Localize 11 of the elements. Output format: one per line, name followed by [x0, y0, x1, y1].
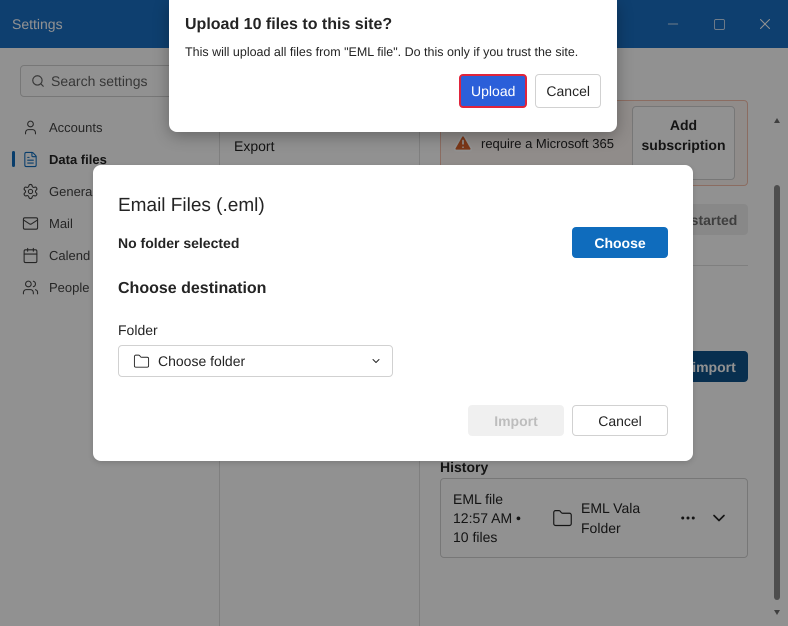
window-title: Settings [12, 16, 63, 32]
folder-label: Folder [118, 321, 159, 339]
notice-text: require a Microsoft 365 [481, 136, 615, 150]
dialog-title: Email Files (.eml) [118, 194, 266, 218]
history-heading: History [440, 459, 490, 475]
section-heading: Choose destination [118, 279, 268, 299]
history-details: EML file 12:57 AM • 10 files [453, 490, 522, 546]
dialog-message: This will upload all files from "EML file". Do this only if you trust the site. [185, 44, 580, 60]
folder-status: No folder selected [118, 234, 240, 250]
folder-name: EML Vala Folder [581, 499, 642, 538]
dialog-title: Upload 10 files to this site? [185, 15, 394, 35]
